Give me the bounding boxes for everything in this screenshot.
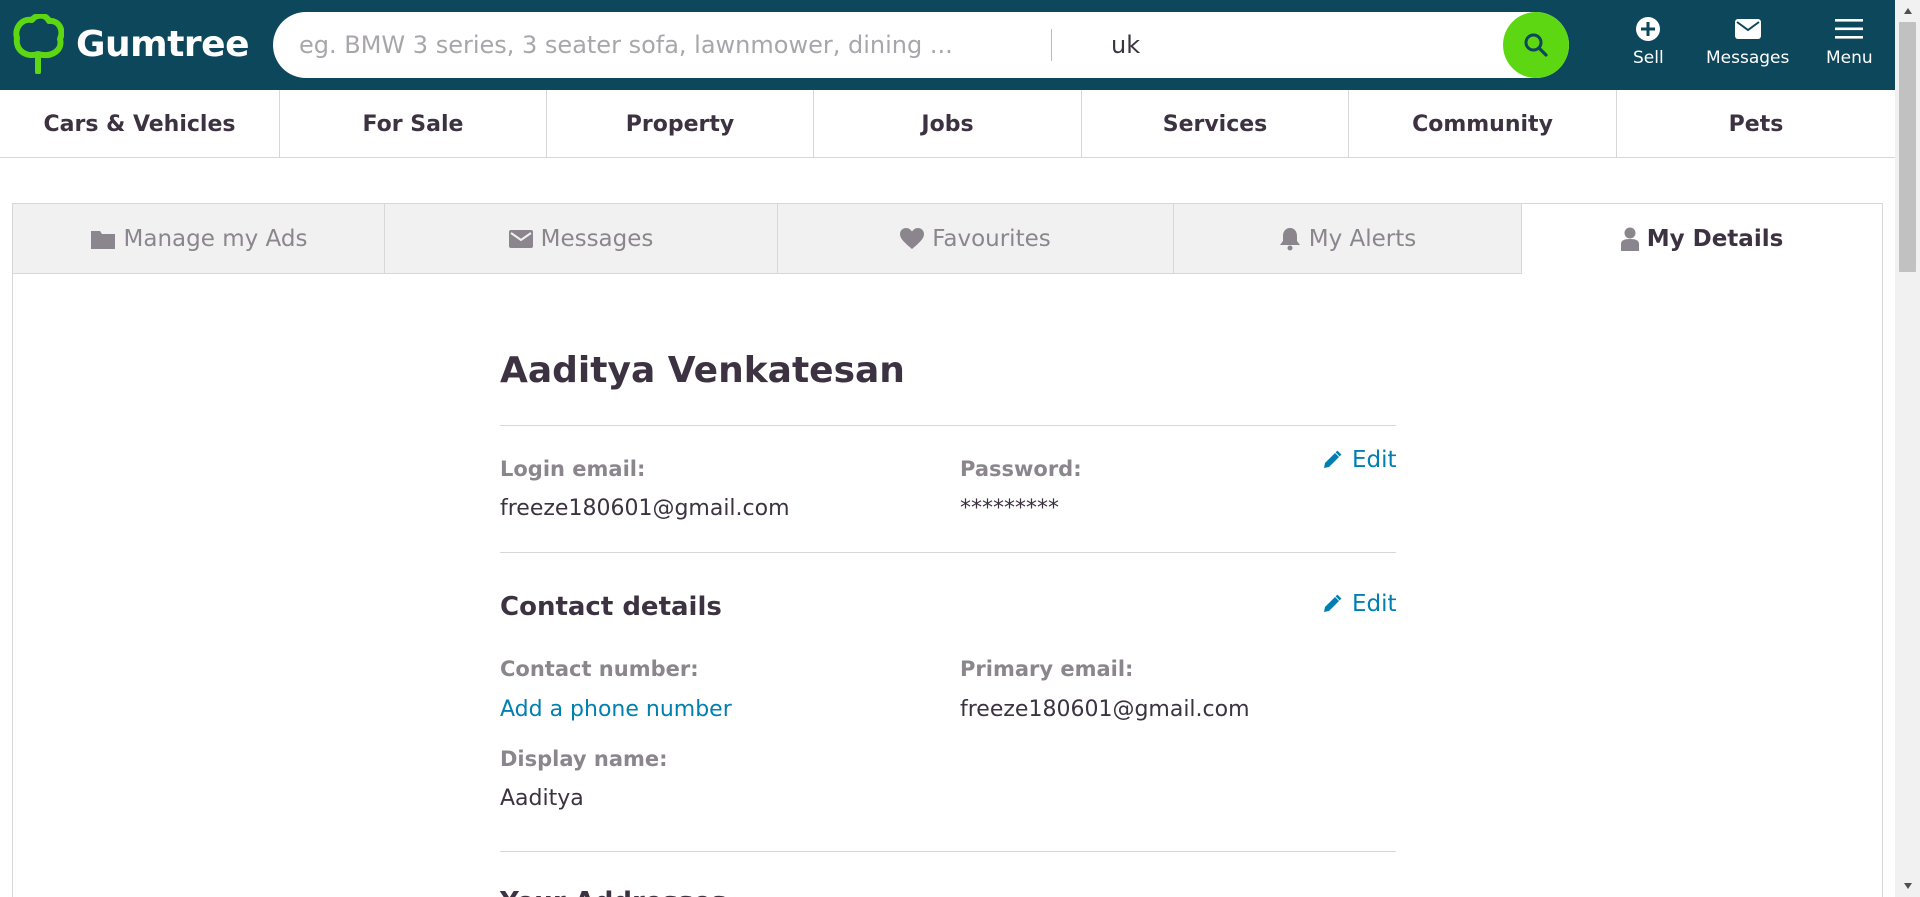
edit-label: Edit (1352, 591, 1397, 617)
envelope-icon (508, 229, 533, 248)
login-email-value: freeze180601@gmail.com (500, 496, 790, 521)
menu-button[interactable]: Menu (1826, 14, 1873, 68)
search-bar (273, 12, 1569, 78)
category-jobs[interactable]: Jobs (814, 90, 1082, 158)
user-icon (1620, 227, 1639, 251)
tab-label: Messages (540, 225, 654, 252)
bell-icon (1279, 227, 1300, 250)
tab-messages[interactable]: Messages (385, 204, 778, 274)
pencil-icon (1324, 450, 1342, 468)
user-full-name: Aaditya Venkatesan (500, 350, 905, 391)
category-cars-vehicles[interactable]: Cars & Vehicles (0, 90, 280, 158)
tree-logo-icon (13, 14, 64, 74)
triangle-down-icon (1903, 883, 1912, 889)
search-button[interactable] (1503, 12, 1569, 78)
tab-favourites[interactable]: Favourites (778, 204, 1174, 274)
heart-icon (900, 227, 925, 249)
category-services[interactable]: Services (1082, 90, 1349, 158)
search-icon (1524, 33, 1548, 57)
page-scrollbar[interactable] (1895, 0, 1920, 897)
gumtree-logo[interactable]: Gumtree (12, 14, 249, 74)
header-messages-button[interactable]: Messages (1706, 14, 1789, 68)
password-label: Password: (960, 457, 1082, 481)
location-input[interactable] (1111, 12, 1411, 78)
triangle-up-icon (1903, 8, 1912, 14)
category-property[interactable]: Property (547, 90, 814, 158)
search-input[interactable] (299, 12, 1019, 78)
primary-email-value: freeze180601@gmail.com (960, 697, 1250, 722)
scroll-up-arrow[interactable] (1895, 0, 1920, 22)
primary-email-label: Primary email: (960, 657, 1134, 681)
tab-my-details[interactable]: My Details (1522, 204, 1882, 274)
tab-label: Manage my Ads (123, 225, 308, 252)
add-phone-number-link[interactable]: Add a phone number (500, 697, 732, 722)
divider (500, 425, 1396, 426)
divider (500, 552, 1396, 553)
display-name-label: Display name: (500, 747, 668, 771)
tab-manage-my-ads[interactable]: Manage my Ads (13, 204, 385, 274)
contact-number-label: Contact number: (500, 657, 699, 681)
addresses-section-title: Your Addresses (500, 887, 727, 897)
sell-label: Sell (1633, 48, 1664, 68)
edit-label: Edit (1352, 447, 1397, 473)
category-nav: Cars & Vehicles For Sale Property Jobs S… (0, 90, 1895, 158)
category-community[interactable]: Community (1349, 90, 1617, 158)
password-value: ********* (960, 496, 1059, 521)
edit-contact-button[interactable]: Edit (1322, 591, 1397, 617)
category-pets[interactable]: Pets (1617, 90, 1895, 158)
edit-login-button[interactable]: Edit (1322, 447, 1397, 473)
folder-icon (90, 230, 115, 249)
account-tabs: Manage my Ads Messages Favourites My Ale… (13, 204, 1882, 274)
top-header: Gumtree Sell Messages (0, 0, 1895, 90)
hamburger-icon (1835, 19, 1864, 39)
pencil-icon (1324, 594, 1342, 612)
plus-circle-icon (1636, 17, 1661, 41)
account-panel: Manage my Ads Messages Favourites My Ale… (12, 203, 1883, 897)
tab-label: Favourites (932, 225, 1051, 252)
tab-my-alerts[interactable]: My Alerts (1174, 204, 1522, 274)
tab-label: My Alerts (1308, 225, 1417, 252)
divider (500, 851, 1396, 852)
menu-label: Menu (1826, 48, 1873, 68)
tab-label: My Details (1646, 225, 1784, 252)
display-name-value: Aaditya (500, 786, 584, 811)
scroll-thumb[interactable] (1899, 22, 1916, 272)
messages-label: Messages (1706, 48, 1790, 68)
logo-text: Gumtree (76, 23, 249, 65)
login-email-label: Login email: (500, 457, 646, 481)
sell-button[interactable]: Sell (1633, 14, 1664, 68)
contact-details-title: Contact details (500, 592, 722, 622)
search-divider (1051, 29, 1052, 61)
scroll-down-arrow[interactable] (1895, 875, 1920, 897)
category-for-sale[interactable]: For Sale (280, 90, 547, 158)
envelope-icon (1734, 19, 1761, 39)
